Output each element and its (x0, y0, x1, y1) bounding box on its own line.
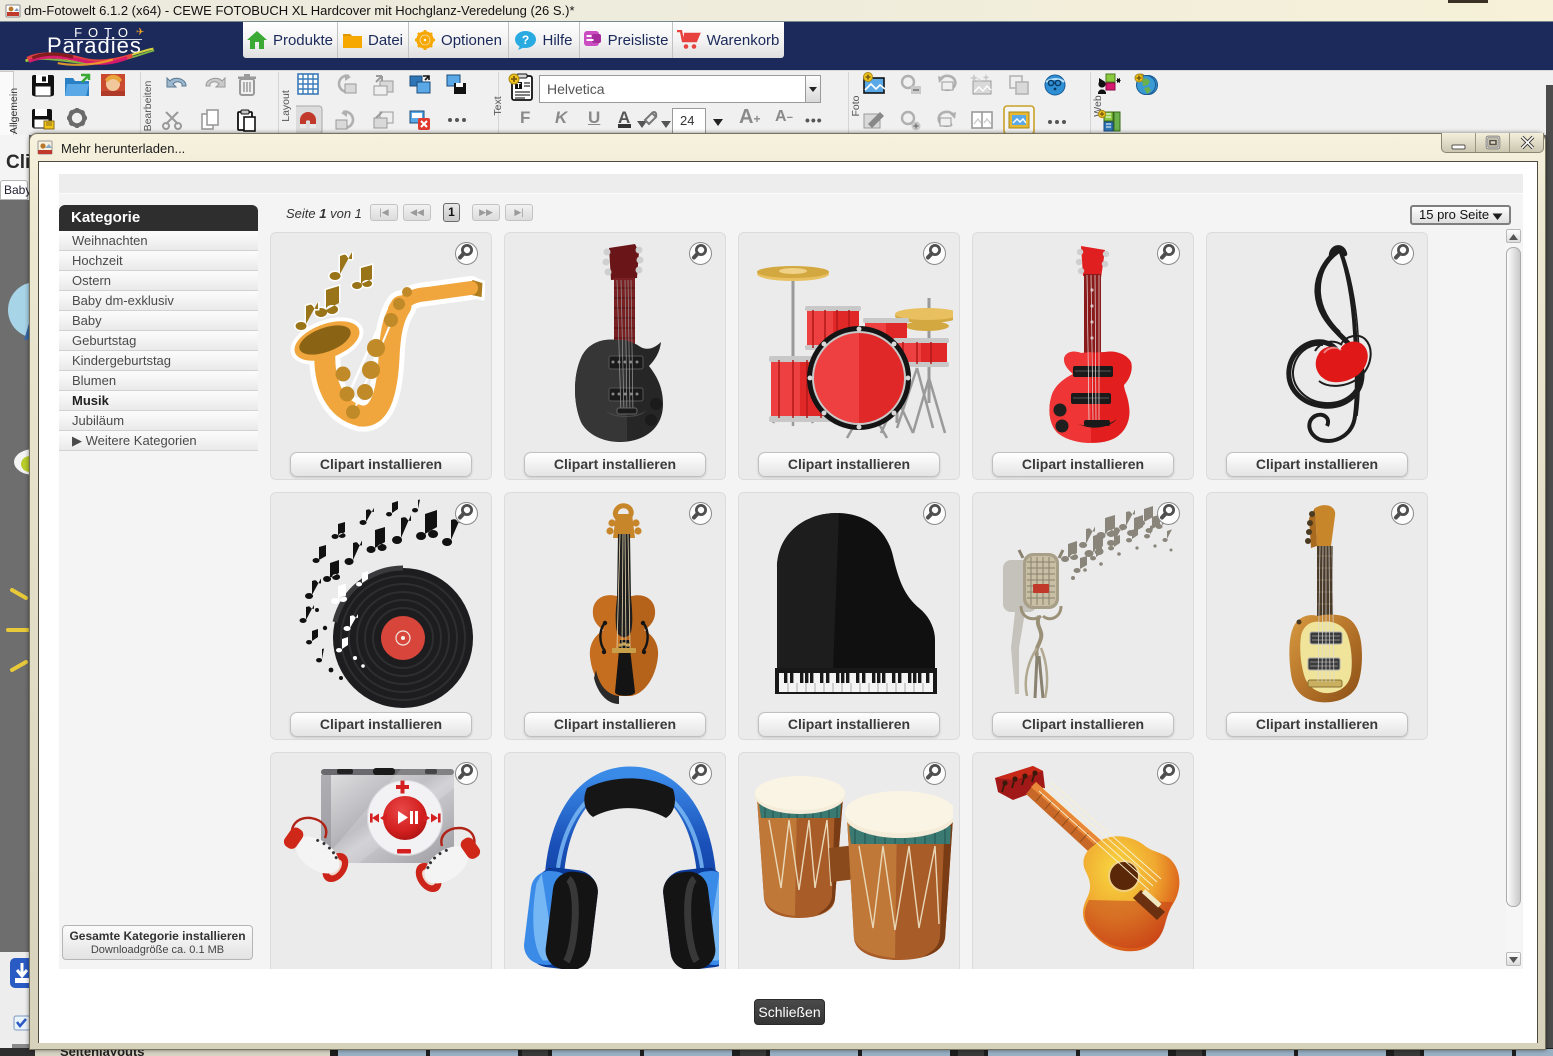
svg-text:T: T (516, 83, 521, 90)
svg-text:?: ? (522, 33, 529, 47)
